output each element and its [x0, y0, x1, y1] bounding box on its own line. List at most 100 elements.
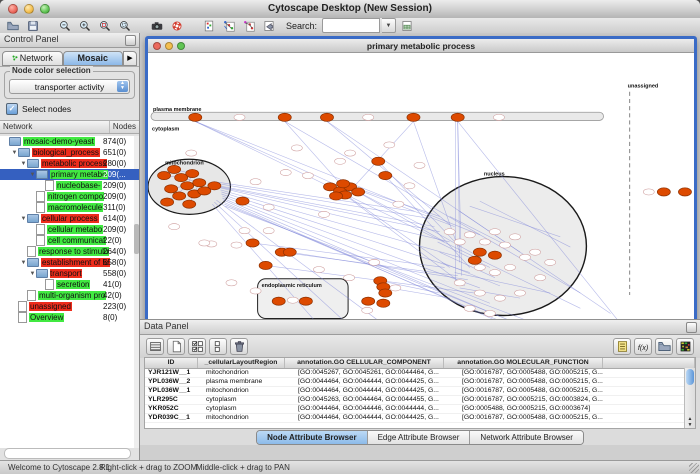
node[interactable] [181, 182, 194, 190]
node[interactable] [186, 169, 199, 177]
expand-triangle-icon[interactable]: ▼ [29, 271, 36, 277]
layout-copy-button[interactable] [220, 19, 238, 33]
window-titlebar[interactable]: Cytoscape Desktop (New Session) [0, 0, 700, 19]
tree-item[interactable]: ▼cellular process614(0) [0, 213, 139, 224]
tab-node-attribute-browser[interactable]: Node Attribute Browser [257, 431, 368, 444]
delete-trash-button[interactable] [230, 338, 248, 355]
float-data-panel-icon[interactable] [686, 322, 697, 333]
node[interactable] [657, 188, 670, 196]
column-header[interactable]: annotation.GO CELLULAR_COMPONENT [285, 358, 444, 368]
tab-mosaic[interactable]: Mosaic [63, 51, 124, 66]
node-label-oval[interactable] [226, 280, 237, 286]
tab-network-attribute-browser[interactable]: Network Attribute Browser [470, 431, 582, 444]
network-canvas[interactable]: plasma membranecytoplasmmitochondrionnuc… [148, 53, 694, 340]
node[interactable] [278, 113, 291, 121]
tree-item[interactable]: secretion41(0) [0, 279, 139, 290]
tree-item[interactable]: cellular metabo209(0) [0, 224, 139, 235]
import-list-button[interactable] [613, 338, 631, 355]
tree-item[interactable]: ▼primary metabo209(... [0, 169, 139, 180]
node-label-oval[interactable] [335, 158, 346, 164]
tree-item[interactable]: nucleobase-209(0) [0, 180, 139, 191]
tree-item[interactable]: cell communicat22(0) [0, 235, 139, 246]
edge[interactable] [195, 121, 480, 234]
node-label-oval[interactable] [454, 280, 465, 286]
node[interactable] [165, 185, 178, 193]
node-label-oval[interactable] [454, 239, 465, 245]
tree-item[interactable]: multi-organism pro42(0) [0, 290, 139, 301]
node[interactable] [173, 192, 186, 200]
node-label-oval[interactable] [280, 169, 291, 175]
edge[interactable] [219, 187, 439, 232]
node-label-oval[interactable] [363, 114, 374, 120]
node-label-oval[interactable] [474, 290, 485, 296]
save-button[interactable] [24, 19, 42, 33]
node-label-oval[interactable] [643, 189, 654, 195]
expand-triangle-icon[interactable]: ▼ [11, 150, 18, 156]
scrollbar-arrows-icon[interactable]: ▲▼ [685, 416, 695, 428]
node-label-oval[interactable] [369, 259, 380, 265]
table-row[interactable]: YPL036W__1mitochondrion[GO:0044464, GO:0… [145, 387, 695, 396]
node[interactable] [208, 182, 221, 190]
node-label-oval[interactable] [393, 201, 404, 207]
node[interactable] [246, 239, 259, 247]
node-label-oval[interactable] [414, 162, 425, 168]
pair-select-button[interactable] [209, 338, 227, 355]
node-label-oval[interactable] [464, 232, 475, 238]
node[interactable] [678, 188, 691, 196]
node-label-oval[interactable] [318, 211, 329, 217]
table-vertical-scrollbar[interactable]: ▲▼ [684, 368, 695, 428]
node[interactable] [189, 113, 202, 121]
node-label-oval[interactable] [250, 288, 261, 294]
node-label-oval[interactable] [302, 172, 313, 178]
tree-item[interactable]: ▼biological_process651(0) [0, 147, 139, 158]
node-label-oval[interactable] [199, 240, 210, 246]
plugin-table-button[interactable] [398, 19, 416, 33]
table-row[interactable]: YJR121W__1mitochondrion[GO:0045267, GO:0… [145, 369, 695, 378]
node[interactable] [362, 297, 375, 305]
tree-item[interactable]: ▼establishment of lo558(0) [0, 257, 139, 268]
zoom-in-button[interactable] [76, 19, 94, 33]
edge[interactable] [349, 121, 413, 191]
node-label-oval[interactable] [489, 270, 500, 276]
open-folder-button[interactable] [4, 19, 22, 33]
search-input[interactable] [322, 18, 380, 33]
node-color-combobox[interactable]: transporter activity ▲▼ [9, 79, 130, 94]
node-label-oval[interactable] [263, 204, 274, 210]
node[interactable] [352, 188, 365, 196]
node-label-oval[interactable] [345, 150, 356, 156]
node-label-oval[interactable] [384, 142, 395, 148]
column-header[interactable]: ID [145, 358, 198, 368]
attribute-grid-button[interactable] [146, 338, 164, 355]
node-label-oval[interactable] [444, 229, 455, 235]
node[interactable] [377, 299, 390, 307]
column-header[interactable]: _cellularLayoutRegion [198, 358, 285, 368]
node-label-oval[interactable] [499, 242, 510, 248]
expand-triangle-icon[interactable]: ▼ [20, 216, 27, 222]
node-label-oval[interactable] [390, 285, 401, 291]
node[interactable] [161, 198, 174, 206]
node[interactable] [337, 180, 350, 188]
tab-network[interactable]: Network [2, 51, 63, 66]
node[interactable] [451, 113, 464, 121]
tree-item[interactable]: Overview8(0) [0, 312, 139, 323]
node[interactable] [379, 289, 392, 297]
select-nodes-checkbox[interactable]: ✓ [6, 103, 18, 115]
tab-edge-attribute-browser[interactable]: Edge Attribute Browser [368, 431, 471, 444]
node[interactable] [168, 165, 181, 173]
zoom-fit-button[interactable] [116, 19, 134, 33]
node[interactable] [299, 297, 312, 305]
edge[interactable] [285, 121, 344, 187]
tree-item[interactable]: mosaic-demo-yeast874(0) [0, 136, 139, 147]
node[interactable] [158, 171, 171, 179]
node-label-oval[interactable] [504, 264, 515, 270]
expand-triangle-icon[interactable]: ▼ [20, 161, 27, 167]
node-label-oval[interactable] [479, 239, 490, 245]
open-folder-button[interactable] [655, 338, 673, 355]
table-row[interactable]: YLR295Ccytoplasm[GO:0045263, GO:0044464,… [145, 396, 695, 405]
node[interactable] [379, 171, 392, 179]
node[interactable] [193, 179, 206, 187]
node-label-oval[interactable] [362, 307, 373, 313]
control-panel-horizontal-scrollbar[interactable] [4, 448, 131, 459]
tree-item[interactable]: unassigned223(0) [0, 301, 139, 312]
snapshot-camera-button[interactable] [148, 19, 166, 33]
